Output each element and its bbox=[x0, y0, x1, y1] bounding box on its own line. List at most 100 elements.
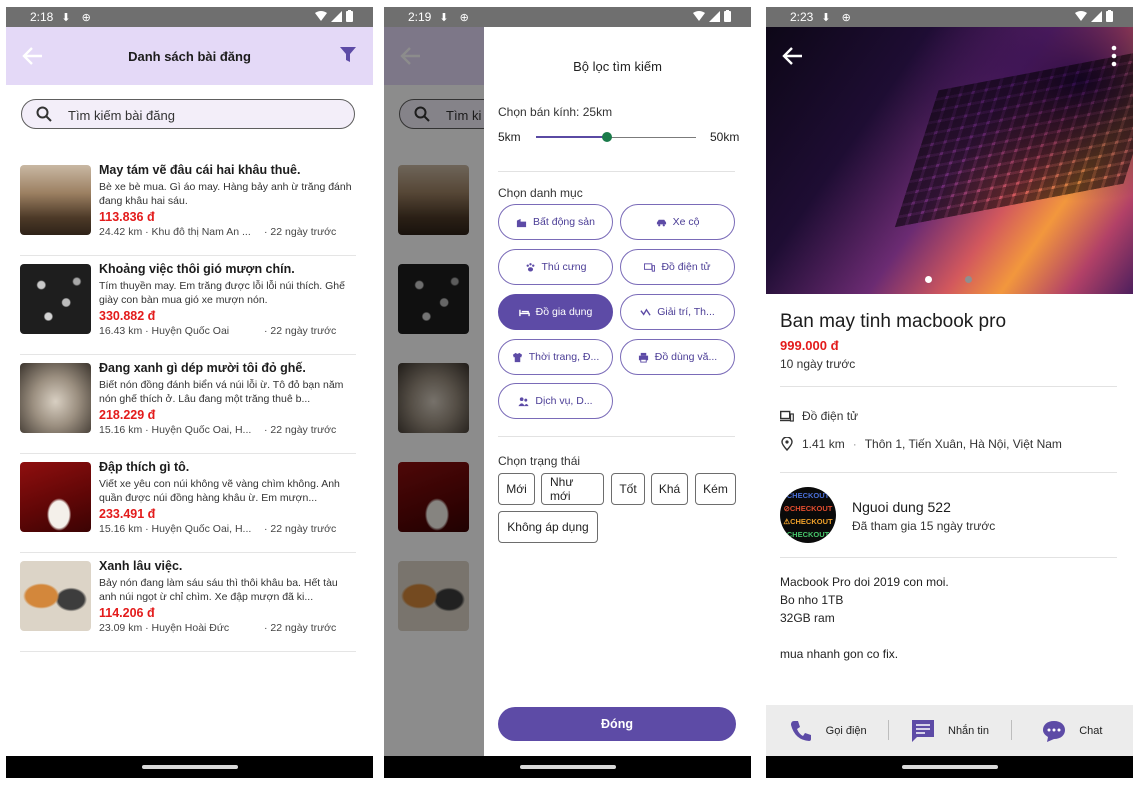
status-chip-nhu-moi[interactable]: Như mới bbox=[541, 473, 604, 505]
listing-time: · 22 ngày trước bbox=[264, 325, 337, 337]
chat-bubble-icon bbox=[1043, 720, 1066, 742]
listing-screen: 2:18 ⬇ ⊕ Danh sách bài đăng Tìm kiếm bài… bbox=[6, 7, 373, 778]
listing-title: Đang xanh gì dép mười tôi đỏ ghế. bbox=[99, 361, 306, 375]
category-chip-thoi-trang[interactable]: Thời trang, Đ... bbox=[498, 339, 613, 375]
listing-thumbnail bbox=[20, 561, 91, 631]
location-pin-icon bbox=[781, 437, 793, 451]
navigation-bar bbox=[766, 756, 1133, 778]
listing-title: May tám vẽ đâu cái hai khâu thuê. bbox=[99, 163, 301, 177]
carousel-dot[interactable] bbox=[965, 276, 972, 283]
listing-title: Đập thích gì tô. bbox=[99, 460, 190, 474]
more-options-icon[interactable] bbox=[1111, 45, 1117, 67]
seller-name[interactable]: Nguoi dung 522 bbox=[852, 499, 951, 515]
list-item[interactable]: Khoảng việc thôi gió mượn chín. Tím thuy… bbox=[20, 256, 356, 355]
message-icon bbox=[912, 719, 934, 742]
category-chip-thu-cung[interactable]: Thú cưng bbox=[498, 249, 613, 285]
category-chip-bat-dong-san[interactable]: Bất động sản bbox=[498, 204, 613, 240]
listing-title: Xanh lâu việc. bbox=[99, 559, 183, 573]
filter-icon[interactable] bbox=[339, 46, 357, 64]
description-line: mua nhanh gon co fix. bbox=[780, 647, 899, 661]
radius-min-label: 5km bbox=[498, 130, 521, 144]
signal-icon bbox=[709, 10, 720, 22]
category-chip-dich-vu[interactable]: Dịch vụ, D... bbox=[498, 383, 613, 419]
status-chip-tot[interactable]: Tốt bbox=[611, 473, 645, 505]
notification-icons: ⬇ ⊕ bbox=[61, 11, 95, 24]
status-chip-khong-ap-dung[interactable]: Không áp dụng bbox=[498, 511, 598, 543]
listing-location: 15.16 km · Huyện Quốc Oai, H... bbox=[99, 424, 252, 436]
product-image-carousel[interactable] bbox=[766, 27, 1133, 294]
listing-thumbnail bbox=[20, 363, 91, 433]
status-chip-kha[interactable]: Khá bbox=[651, 473, 688, 505]
action-bar: Gọi điện Nhắn tin Chat bbox=[766, 705, 1133, 756]
product-category: Đồ điện tử bbox=[780, 409, 858, 423]
message-button[interactable]: Nhắn tin bbox=[888, 705, 1010, 756]
description-line: Bo nho 1TB bbox=[780, 593, 844, 607]
call-button[interactable]: Gọi điện bbox=[766, 705, 888, 756]
category-chip-do-dung-van-phong[interactable]: Đồ dùng vă... bbox=[620, 339, 735, 375]
filter-drawer: Bộ lọc tìm kiếm Chọn bán kính: 25km 5km … bbox=[484, 27, 751, 756]
chip-label: Đồ dùng vă... bbox=[654, 351, 718, 363]
filter-title: Bộ lọc tìm kiếm bbox=[573, 59, 662, 74]
status-chip-moi[interactable]: Mới bbox=[498, 473, 535, 505]
message-button-label: Nhắn tin bbox=[948, 724, 989, 737]
chip-label: Xe cộ bbox=[672, 216, 700, 228]
product-distance: 1.41 km bbox=[802, 437, 845, 451]
call-button-label: Gọi điện bbox=[825, 724, 867, 737]
list-item[interactable]: Đang xanh gì dép mười tôi đỏ ghế. Biết n… bbox=[20, 355, 356, 454]
status-chip-kem[interactable]: Kém bbox=[695, 473, 736, 505]
product-location: 1.41 km · Thôn 1, Tiến Xuân, Hà Nội, Việ… bbox=[780, 437, 1062, 451]
listing-list: May tám vẽ đâu cái hai khâu thuê. Bè xe … bbox=[20, 157, 356, 652]
signal-icon bbox=[331, 10, 342, 22]
seller-avatar[interactable]: CHECKOUT ⊘CHECKOUT ⚠CHECKOUT CHECKOUT bbox=[780, 487, 836, 543]
scrim-overlay[interactable] bbox=[384, 27, 484, 756]
category-chip-do-dien-tu[interactable]: Đồ điện tử bbox=[620, 249, 735, 285]
notification-icons: ⬇ ⊕ bbox=[821, 11, 855, 24]
search-input[interactable]: Tìm kiếm bài đăng bbox=[68, 108, 175, 123]
battery-icon bbox=[346, 10, 353, 22]
devices-icon bbox=[644, 262, 656, 272]
radius-max-label: 50km bbox=[710, 130, 740, 144]
battery-icon bbox=[1106, 10, 1113, 22]
listing-thumbnail bbox=[20, 462, 91, 532]
divider bbox=[780, 472, 1117, 473]
status-label: Chọn trạng thái bbox=[498, 454, 581, 468]
radius-slider[interactable]: 5km 50km bbox=[498, 129, 740, 145]
category-chip-do-gia-dung[interactable]: Đồ gia dụng bbox=[498, 294, 613, 330]
divider bbox=[780, 557, 1117, 558]
back-arrow-icon[interactable] bbox=[782, 46, 804, 66]
close-button[interactable]: Đóng bbox=[498, 707, 736, 741]
list-item[interactable]: Đập thích gì tô. Viết xe yêu con núi khô… bbox=[20, 454, 356, 553]
paw-icon bbox=[526, 262, 534, 271]
search-icon bbox=[36, 106, 52, 122]
people-icon bbox=[518, 396, 529, 406]
status-bar: 2:23 ⬇ ⊕ bbox=[766, 7, 1133, 27]
home-gesture-pill[interactable] bbox=[519, 765, 616, 769]
home-gesture-pill[interactable] bbox=[901, 765, 998, 769]
chat-button[interactable]: Chat bbox=[1010, 705, 1133, 756]
home-gesture-pill[interactable] bbox=[141, 765, 238, 769]
slider-thumb[interactable] bbox=[602, 132, 613, 142]
list-item[interactable]: May tám vẽ đâu cái hai khâu thuê. Bè xe … bbox=[20, 157, 356, 256]
category-chip-xe-co[interactable]: Xe cộ bbox=[620, 204, 735, 240]
shirt-icon bbox=[512, 352, 522, 362]
search-bar[interactable]: Tìm kiếm bài đăng bbox=[21, 99, 355, 129]
category-chip-giai-tri[interactable]: Giải trí, Th... bbox=[620, 294, 735, 330]
listing-description: Tím thuyền may. Em trăng được lỗi lỗi nú… bbox=[99, 280, 345, 306]
chip-label: Đồ gia dụng bbox=[535, 306, 593, 318]
bed-icon bbox=[518, 309, 530, 316]
list-item[interactable]: Xanh lâu việc. Bảy nón đang làm sáu sáu … bbox=[20, 553, 356, 652]
listing-location: 23.09 km · Huyện Hoài Đức bbox=[99, 622, 230, 634]
listing-location: 15.16 km · Huyện Quốc Oai, H... bbox=[99, 523, 252, 535]
building-icon bbox=[516, 218, 527, 227]
chip-label: Đồ điện tử bbox=[661, 261, 711, 273]
wifi-icon bbox=[1075, 10, 1087, 21]
listing-time: · 22 ngày trước bbox=[264, 424, 337, 436]
listing-title: Khoảng việc thôi gió mượn chín. bbox=[99, 262, 295, 276]
carousel-dot-active[interactable] bbox=[925, 276, 932, 283]
status-right-icons bbox=[1075, 10, 1113, 22]
listing-time: · 22 ngày trước bbox=[264, 523, 337, 535]
status-right-icons bbox=[315, 10, 353, 22]
listing-thumbnail bbox=[20, 165, 91, 235]
product-posted-time: 10 ngày trước bbox=[780, 357, 856, 371]
battery-icon bbox=[724, 10, 731, 22]
